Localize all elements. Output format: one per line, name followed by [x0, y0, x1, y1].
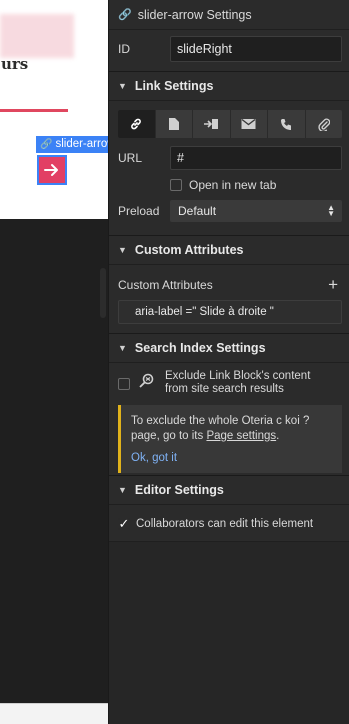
- settings-panel: 🔗 slider-arrow Settings ID slideRight ▼ …: [108, 0, 349, 724]
- page-icon: [168, 118, 179, 130]
- chevron-down-icon: ▼: [118, 81, 127, 91]
- arrow-right-icon: [44, 164, 58, 176]
- heading-fragment: urs: [1, 55, 29, 73]
- link-icon: 🔗: [118, 9, 132, 21]
- exclude-search-checkbox[interactable]: [118, 378, 130, 390]
- page-settings-link[interactable]: Page settings: [206, 430, 276, 442]
- link-settings-header[interactable]: ▼ Link Settings: [109, 71, 349, 101]
- designer-canvas[interactable]: urs 🔗slider-arrow: [0, 0, 108, 724]
- custom-attributes-header[interactable]: ▼ Custom Attributes: [109, 235, 349, 265]
- id-input[interactable]: slideRight: [170, 36, 342, 62]
- open-new-tab-label: Open in new tab: [189, 178, 277, 192]
- id-label: ID: [118, 42, 130, 56]
- collaborators-label: Collaborators can edit this element: [136, 518, 314, 530]
- phone-icon: [280, 118, 291, 130]
- search-exclude-icon: [138, 372, 156, 393]
- selected-element-name: slider-arrow: [55, 138, 108, 150]
- exclude-search-label: Exclude Link Block's content from site s…: [165, 370, 311, 395]
- search-index-header[interactable]: ▼ Search Index Settings: [109, 333, 349, 363]
- preload-value: Default: [178, 204, 217, 218]
- link-settings-title: Link Settings: [134, 79, 214, 93]
- search-index-title: Search Index Settings: [134, 341, 266, 355]
- link-icon: [131, 118, 142, 130]
- search-info-box: To exclude the whole Oteria c koi ? page…: [118, 405, 342, 473]
- panel-title-text: slider-arrow Settings: [137, 7, 252, 22]
- panel-title: 🔗 slider-arrow Settings: [109, 0, 349, 30]
- link-type-email[interactable]: [229, 110, 268, 138]
- ok-got-it-link[interactable]: Ok, got it: [131, 451, 334, 466]
- section-anchor-icon: [204, 119, 219, 129]
- link-type-url[interactable]: [118, 110, 155, 138]
- accent-underline: [0, 109, 68, 112]
- url-input[interactable]: #: [170, 146, 342, 170]
- link-icon: 🔗: [40, 139, 53, 150]
- custom-attribute-item[interactable]: aria-label =" Slide à droite ": [118, 300, 342, 324]
- envelope-icon: [241, 118, 256, 129]
- add-attribute-icon[interactable]: +: [328, 276, 338, 293]
- collaborators-checkbox[interactable]: ✓: [118, 516, 130, 531]
- info-text-end: .: [276, 430, 280, 442]
- paperclip-icon: [318, 118, 330, 131]
- panel-empty-area: [109, 542, 349, 724]
- selected-element-label[interactable]: 🔗slider-arrow: [36, 136, 108, 153]
- blurred-banner: [0, 14, 74, 58]
- link-type-page[interactable]: [154, 110, 193, 138]
- page-preview: urs: [0, 0, 108, 219]
- preload-select[interactable]: Default ▲ ▼: [170, 200, 342, 222]
- link-type-section[interactable]: [192, 110, 230, 138]
- preload-label: Preload: [118, 204, 160, 218]
- chevron-down-icon: ▼: [118, 485, 127, 495]
- custom-attributes-label: Custom Attributes: [118, 278, 213, 292]
- link-type-selector: [118, 110, 342, 138]
- link-type-phone[interactable]: [267, 110, 305, 138]
- select-arrows-icon: ▲ ▼: [327, 203, 335, 218]
- chevron-down-icon: ▼: [118, 343, 127, 353]
- slider-arrow-button[interactable]: [37, 155, 67, 185]
- canvas-bottom-strip: [0, 703, 108, 724]
- canvas-resize-handle[interactable]: [100, 268, 106, 318]
- editor-settings-title: Editor Settings: [134, 483, 224, 497]
- open-new-tab-checkbox[interactable]: [170, 179, 182, 191]
- custom-attributes-title: Custom Attributes: [134, 243, 244, 257]
- editor-settings-header[interactable]: ▼ Editor Settings: [109, 475, 349, 505]
- url-label: URL: [118, 151, 143, 165]
- chevron-down-icon: ▼: [118, 245, 127, 255]
- link-type-file[interactable]: [304, 110, 343, 138]
